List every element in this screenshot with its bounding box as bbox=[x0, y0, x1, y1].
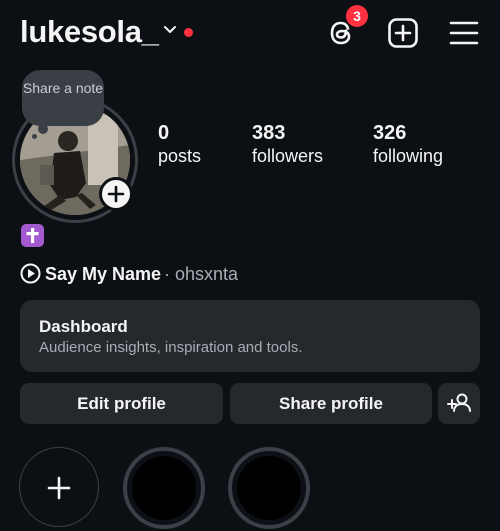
stat-value: 0 bbox=[158, 122, 170, 144]
music-separator: · bbox=[164, 264, 170, 284]
discover-people-button[interactable] bbox=[438, 383, 480, 424]
add-person-icon bbox=[447, 393, 471, 412]
stat-label: followers bbox=[252, 146, 324, 166]
menu-icon[interactable] bbox=[448, 19, 480, 47]
plus-icon bbox=[107, 185, 125, 203]
dashboard-title: Dashboard bbox=[39, 317, 128, 336]
chevron-down-icon[interactable] bbox=[162, 22, 178, 38]
threads-badge: 3 bbox=[346, 5, 368, 27]
story-highlight[interactable] bbox=[228, 447, 310, 529]
notification-dot bbox=[184, 28, 193, 37]
stat-followers[interactable]: 383 followers bbox=[252, 121, 323, 167]
edit-profile-button[interactable]: Edit profile bbox=[20, 383, 223, 424]
dashboard-subtitle: Audience insights, inspiration and tools… bbox=[39, 339, 303, 356]
add-story-button[interactable] bbox=[99, 177, 133, 211]
music-artist-name: ohsxnta bbox=[175, 264, 239, 284]
story-highlight[interactable] bbox=[123, 447, 205, 529]
new-highlight-button[interactable] bbox=[19, 447, 99, 527]
share-note-bubble[interactable]: Share a note bbox=[22, 70, 104, 126]
music-song-title[interactable]: Say My Name bbox=[45, 263, 161, 285]
stat-posts[interactable]: 0 posts bbox=[158, 121, 201, 167]
music-artist: · ohsxnta bbox=[164, 263, 238, 285]
stat-label: posts bbox=[158, 146, 202, 166]
stat-value: 326 bbox=[373, 122, 407, 144]
note-tail bbox=[38, 124, 48, 134]
plus-icon bbox=[47, 476, 71, 500]
highlight-cover bbox=[132, 456, 196, 520]
username[interactable]: lukesola_ bbox=[20, 12, 159, 52]
stat-value: 383 bbox=[252, 122, 286, 144]
note-tail-small bbox=[32, 134, 37, 139]
add-post-icon[interactable] bbox=[387, 17, 419, 49]
highlight-cover bbox=[237, 456, 301, 520]
stat-label: following bbox=[373, 146, 444, 166]
cross-emoji-icon bbox=[21, 224, 44, 247]
stat-following[interactable]: 326 following bbox=[373, 121, 443, 167]
share-profile-button[interactable]: Share profile bbox=[230, 383, 432, 424]
play-icon[interactable] bbox=[20, 263, 41, 284]
